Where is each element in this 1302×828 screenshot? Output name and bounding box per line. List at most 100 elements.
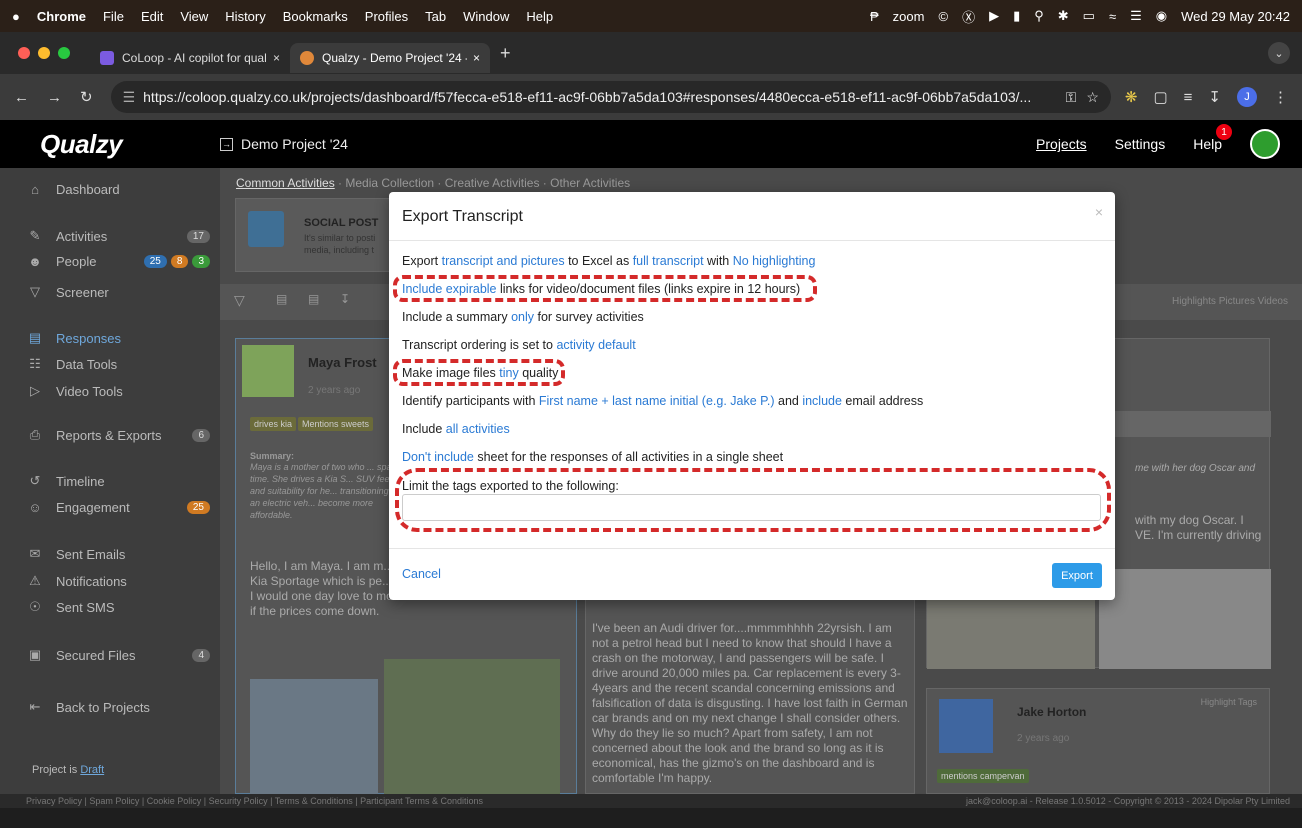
menu-profiles[interactable]: Profiles — [365, 9, 408, 24]
menu-view[interactable]: View — [180, 9, 208, 24]
single-sheet-link[interactable]: Don't include — [402, 450, 474, 464]
activity-card-social-post[interactable]: SOCIAL POST It's similar to posti media,… — [235, 198, 395, 272]
cancel-button[interactable]: Cancel — [402, 567, 441, 581]
reading-list-icon[interactable]: ≡ — [1184, 89, 1193, 106]
sidebar-item-dashboard[interactable]: ⌂ Dashboard — [26, 182, 210, 197]
more-menu-icon[interactable]: ⋮ — [1273, 88, 1288, 106]
sidebar-item-sent-sms[interactable]: ☉ Sent SMS — [26, 599, 210, 615]
sidebar-item-activities[interactable]: ✎ Activities 17 — [26, 228, 210, 244]
sidebar-item-sent-emails[interactable]: ✉ Sent Emails — [26, 546, 210, 562]
participant-name[interactable]: Jake Horton — [1017, 705, 1086, 719]
media-filters[interactable]: Highlights Pictures Videos — [1172, 296, 1288, 307]
highlight-tags-actions[interactable]: Highlight Tags — [1201, 697, 1257, 707]
bookmark-star-icon[interactable]: ☆ — [1086, 89, 1099, 106]
transcript-type-link[interactable]: full transcript — [633, 254, 704, 268]
nav-help[interactable]: Help 1 — [1193, 124, 1232, 152]
menu-history[interactable]: History — [225, 9, 265, 24]
nav-projects[interactable]: Projects — [1036, 136, 1087, 152]
clock[interactable]: Wed 29 May 20:42 — [1181, 9, 1290, 24]
sidebar-item-notifications[interactable]: ⚠ Notifications — [26, 573, 210, 589]
battery-app-icon[interactable]: ▮ — [1013, 8, 1020, 24]
reload-icon[interactable]: ↻ — [80, 88, 93, 106]
highlighting-link[interactable]: No highlighting — [733, 254, 816, 268]
tab-qualzy[interactable]: Qualzy - Demo Project '24 - F × — [290, 43, 490, 73]
family-photo[interactable] — [250, 679, 378, 794]
control-center-icon[interactable]: ☰ — [1130, 8, 1142, 24]
wifi-icon[interactable]: ≈ — [1109, 9, 1116, 24]
project-title[interactable]: → Demo Project '24 — [220, 136, 348, 152]
tag-chip[interactable]: Mentions sweets — [298, 417, 374, 431]
category-others[interactable]: · Media Collection · Creative Activities… — [335, 176, 630, 190]
play-status-icon[interactable]: ▶ — [989, 8, 999, 24]
tab-search-chevron-icon[interactable]: ⌄ — [1268, 42, 1290, 64]
apple-icon[interactable]: ● — [12, 9, 20, 24]
back-arrow-icon[interactable]: ← — [14, 89, 29, 106]
draft-link[interactable]: Draft — [80, 764, 104, 776]
extension-icon[interactable]: ❋ — [1125, 88, 1138, 106]
sidebar-item-responses[interactable]: ▤ Responses — [26, 330, 210, 346]
siri-icon[interactable]: ◉ — [1156, 8, 1167, 24]
menu-bookmarks[interactable]: Bookmarks — [283, 9, 348, 24]
site-settings-icon[interactable]: ☰ — [123, 89, 136, 106]
download-icon[interactable]: ↧ — [1208, 88, 1221, 106]
sidebar-item-engagement[interactable]: ☺ Engagement 25 — [26, 500, 210, 515]
menu-help[interactable]: Help — [526, 9, 553, 24]
export-button[interactable]: Export — [1052, 563, 1102, 588]
sidebar-item-screener[interactable]: ▽ Screener — [26, 284, 210, 300]
activities-scope-link[interactable]: all activities — [446, 422, 510, 436]
status-icon[interactable]: ₱ — [870, 9, 879, 24]
sidebar-item-timeline[interactable]: ↺ Timeline — [26, 473, 210, 489]
url-field[interactable]: ☰ https://coloop.qualzy.co.uk/projects/d… — [110, 81, 1111, 113]
tag-chip[interactable]: drives kia — [250, 417, 297, 431]
profile-avatar[interactable]: J — [1237, 87, 1257, 107]
sidebar-item-video-tools[interactable]: ▷ Video Tools — [26, 383, 210, 399]
menu-chrome[interactable]: Chrome — [37, 9, 86, 24]
copyright-status-icon[interactable]: © — [938, 9, 948, 24]
menu-window[interactable]: Window — [463, 9, 509, 24]
user-logo-avatar[interactable] — [1250, 129, 1280, 159]
menu-file[interactable]: File — [103, 9, 124, 24]
excel-export-icon[interactable]: ▤ — [308, 292, 319, 306]
sidebar-item-data-tools[interactable]: ☷ Data Tools — [26, 356, 210, 372]
download-icon[interactable]: ↧ — [340, 292, 350, 306]
category-common-activities[interactable]: Common Activities — [236, 176, 335, 190]
car-photo[interactable] — [1099, 569, 1271, 669]
battery-icon[interactable]: ▭ — [1083, 8, 1095, 24]
tab-coloop[interactable]: CoLoop - AI copilot for qualita × — [90, 43, 290, 73]
window-zoom-button[interactable] — [58, 47, 70, 59]
tab-close-icon[interactable]: × — [273, 51, 280, 65]
sidebar-item-people[interactable]: ☻ People 25 8 3 — [26, 254, 210, 269]
summary-text: me with her dog Oscar and — [1135, 463, 1256, 474]
participant-name[interactable]: Maya Frost — [308, 355, 377, 370]
zoom-status[interactable]: zoom — [893, 9, 925, 24]
content-type-link[interactable]: transcript and pictures — [442, 254, 565, 268]
window-close-button[interactable] — [18, 47, 30, 59]
key-icon[interactable]: ⚿ — [1058, 89, 1077, 106]
qualzy-logo[interactable]: Qualzy — [0, 129, 220, 160]
new-tab-button[interactable]: + — [500, 43, 511, 64]
summary-scope-link[interactable]: only — [511, 310, 534, 324]
menu-tab[interactable]: Tab — [425, 9, 446, 24]
garden-photo[interactable] — [384, 659, 560, 794]
sidebar-item-reports[interactable]: ⎙ Reports & Exports 6 — [26, 427, 210, 443]
ordering-link[interactable]: activity default — [556, 338, 635, 352]
tab-close-icon[interactable]: × — [473, 51, 480, 65]
search-icon[interactable]: ⚲ — [1034, 8, 1044, 24]
filter-icon[interactable]: ▽ — [234, 292, 245, 309]
sidebar-item-secured-files[interactable]: ▣ Secured Files 4 — [26, 647, 210, 663]
forward-arrow-icon[interactable]: → — [47, 89, 62, 106]
extensions-puzzle-icon[interactable]: ▢ — [1153, 88, 1167, 106]
n-status-icon[interactable]: Ⓧ — [962, 7, 975, 26]
footer-links[interactable]: Privacy Policy | Spam Policy | Cookie Po… — [26, 796, 483, 806]
tag-chip[interactable]: mentions campervan — [937, 769, 1029, 783]
sidebar-item-label: Engagement — [56, 500, 130, 515]
sidebar-item-back-to-projects[interactable]: ⇤ Back to Projects — [26, 699, 210, 715]
word-export-icon[interactable]: ▤ — [276, 292, 287, 306]
bluetooth-icon[interactable]: ✱ — [1058, 8, 1069, 24]
window-minimize-button[interactable] — [38, 47, 50, 59]
menu-edit[interactable]: Edit — [141, 9, 163, 24]
email-include-link[interactable]: include — [802, 394, 842, 408]
nav-settings[interactable]: Settings — [1115, 136, 1166, 152]
close-icon[interactable]: × — [1095, 204, 1103, 220]
name-format-link[interactable]: First name + last name initial (e.g. Jak… — [539, 394, 775, 408]
